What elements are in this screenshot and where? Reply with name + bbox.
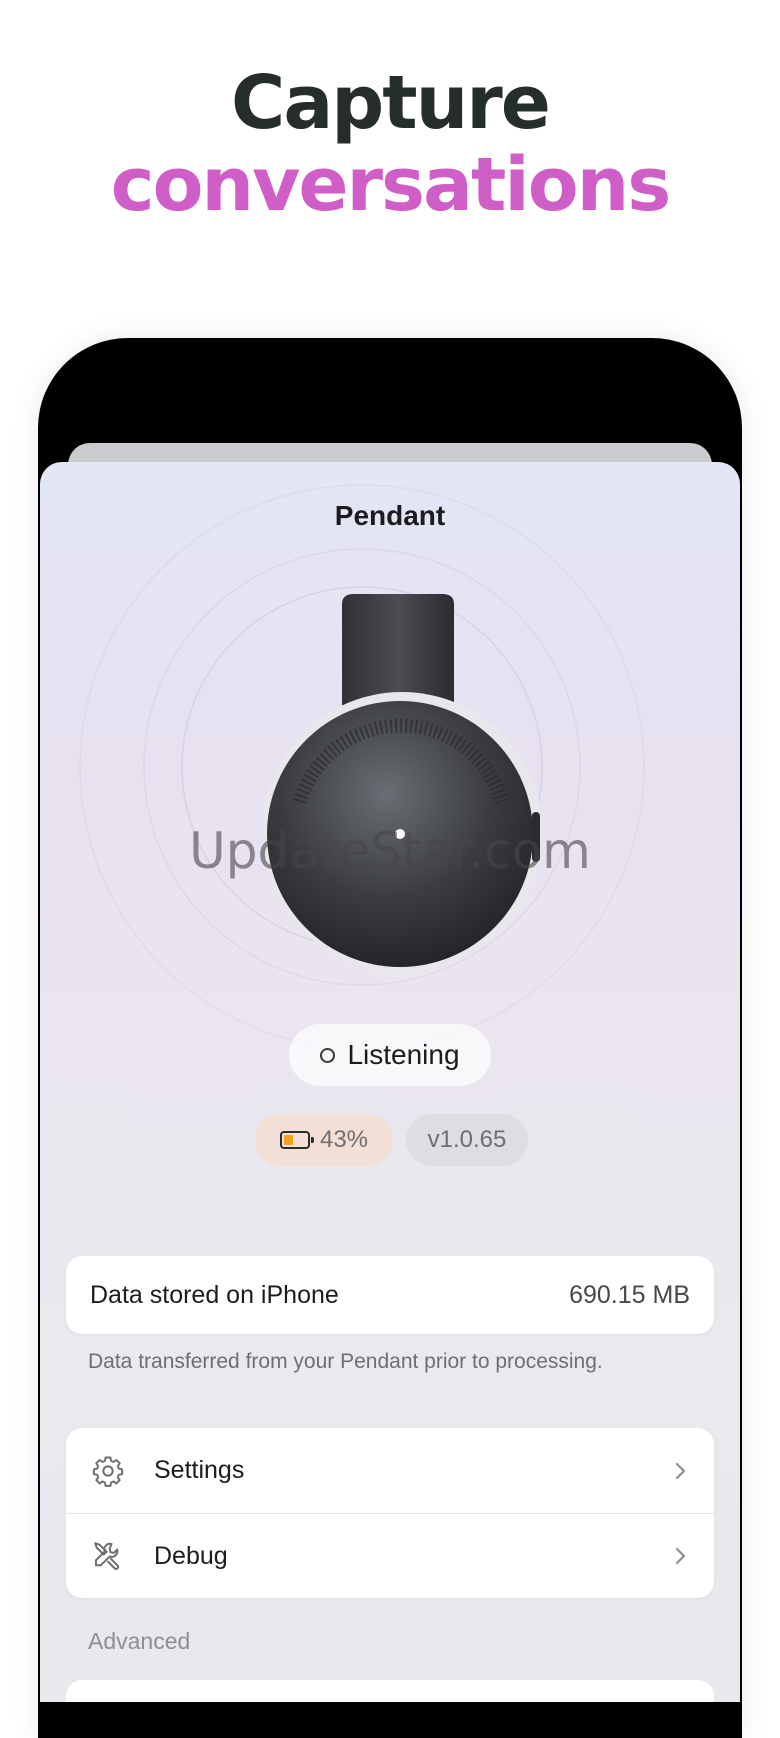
menu-item-debug-label: Debug <box>154 1541 228 1570</box>
status-pill: Listening <box>289 1024 491 1086</box>
battery-percent: 43% <box>319 1126 369 1153</box>
storage-value: 690.15 MB <box>569 1280 690 1309</box>
advanced-card[interactable] <box>66 1680 714 1702</box>
firmware-version-badge: v1.0.65 <box>406 1114 528 1166</box>
battery-badge: 43% <box>255 1114 393 1166</box>
status-indicator-icon <box>320 1047 336 1063</box>
headline: Capture conversations <box>0 60 780 228</box>
battery-cap <box>310 1137 314 1143</box>
menu-item-settings[interactable]: Settings <box>66 1428 714 1513</box>
status-label: Listening <box>347 1039 460 1070</box>
chevron-right-icon <box>675 1547 686 1565</box>
sheet-title: Pendant <box>334 500 446 531</box>
battery-fill <box>283 1135 293 1145</box>
wrench-screwdriver-icon <box>90 1538 126 1574</box>
pendant-device-image <box>262 594 542 972</box>
menu-item-settings-label: Settings <box>154 1456 245 1484</box>
storage-label: Data stored on iPhone <box>90 1280 339 1309</box>
headline-line-2: conversations <box>110 142 672 228</box>
headline-line-1: Capture <box>231 60 551 146</box>
chevron-right-icon <box>675 1462 686 1479</box>
menu-card: Settings Debug <box>66 1428 714 1598</box>
storage-card: Data stored on iPhone 690.15 MB <box>66 1256 714 1334</box>
pendant-sheet: Pendant Listening 43% v1.0.65 Data store… <box>40 462 740 1702</box>
gear-icon <box>90 1453 126 1489</box>
battery-icon <box>279 1131 314 1149</box>
menu-item-debug[interactable]: Debug <box>66 1513 714 1598</box>
storage-note: Data transferred from your Pendant prior… <box>88 1350 603 1373</box>
section-header-advanced: Advanced <box>88 1628 191 1654</box>
firmware-version: v1.0.65 <box>427 1126 507 1153</box>
